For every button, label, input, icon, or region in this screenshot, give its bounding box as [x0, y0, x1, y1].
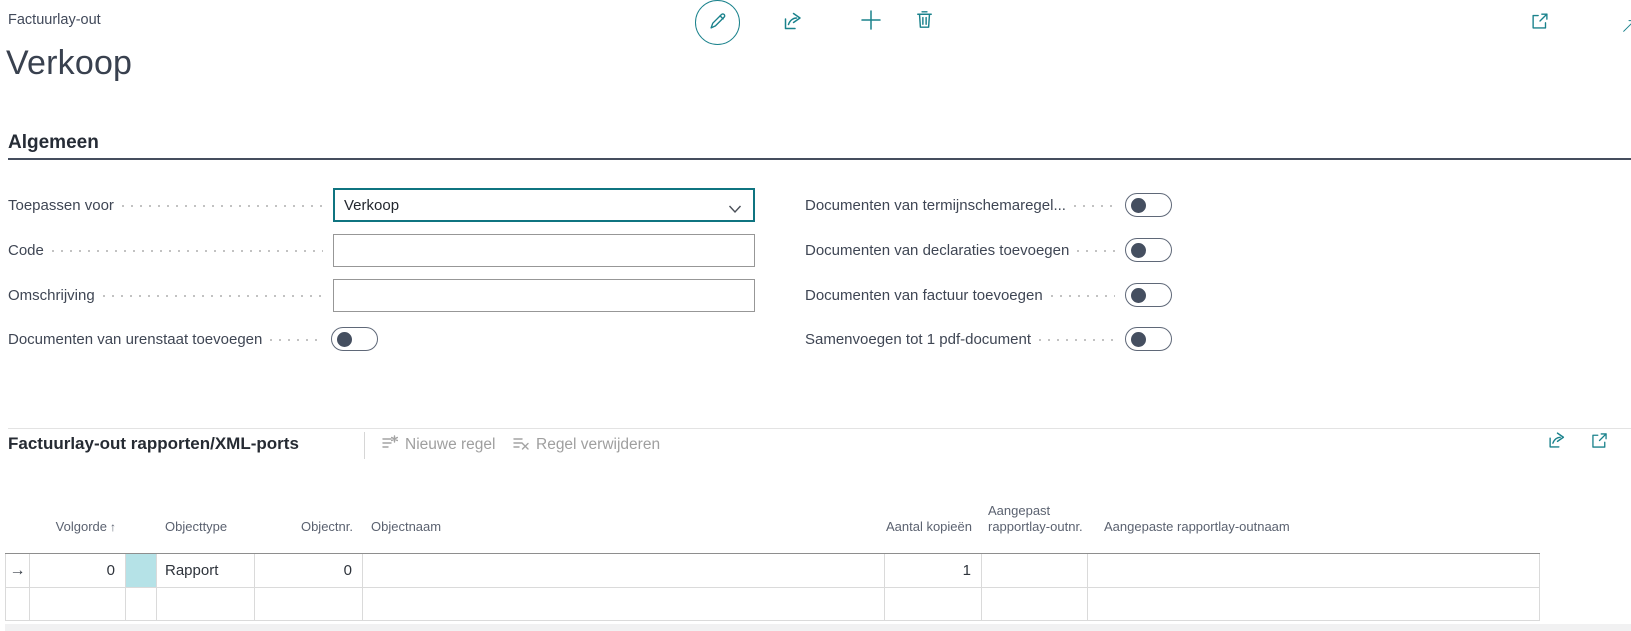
table-row: [5, 588, 1540, 621]
cell-aangepast-nr[interactable]: [982, 588, 1088, 620]
edit-button[interactable]: [695, 0, 740, 45]
dotted-leader: [1051, 295, 1115, 297]
delete-line-icon: [512, 434, 529, 456]
cell-aangepast-naam[interactable]: [1088, 554, 1540, 587]
cell-objectnr[interactable]: [255, 588, 363, 620]
cell-selection-indicator[interactable]: [126, 588, 157, 620]
col-header-objectnr[interactable]: Objectnr.: [255, 519, 363, 535]
dotted-leader: [52, 250, 323, 252]
share-button[interactable]: [780, 9, 806, 35]
active-row-arrow-icon: →: [5, 554, 30, 587]
field-label: Documenten van termijnschemaregel...: [805, 197, 1066, 214]
field-row-urenstaat: Documenten van urenstaat toevoegen: [8, 322, 378, 356]
col-header-objectnaam[interactable]: Objectnaam: [363, 519, 885, 535]
code-input[interactable]: [333, 234, 755, 267]
lines-section-title: Factuurlay-out rapporten/XML-ports: [8, 434, 299, 454]
termijnschema-toggle[interactable]: [1125, 193, 1172, 217]
col-header-aantal-kopieen[interactable]: Aantal kopieën: [885, 519, 982, 535]
cell-volgorde[interactable]: [30, 588, 126, 620]
urenstaat-toggle[interactable]: [331, 327, 378, 351]
delete-line-button[interactable]: Regel verwijderen: [512, 434, 660, 456]
dotted-leader: [122, 205, 323, 207]
delete-line-label: Regel verwijderen: [536, 436, 660, 454]
subsection-top-divider: [8, 428, 1631, 429]
dotted-leader: [103, 295, 323, 297]
col-header-volgorde[interactable]: Volgorde↑: [30, 519, 126, 535]
dotted-leader: [1074, 205, 1115, 207]
dotted-leader: [1039, 339, 1115, 341]
new-line-icon: [381, 434, 398, 456]
trash-icon: [913, 8, 936, 34]
field-label: Toepassen voor: [8, 197, 114, 214]
new-line-label: Nieuwe regel: [405, 436, 495, 454]
grid-share-button[interactable]: [1545, 430, 1568, 453]
field-label: Samenvoegen tot 1 pdf-document: [805, 331, 1031, 348]
cell-row-indicator: [5, 588, 30, 620]
delete-button[interactable]: [912, 8, 937, 33]
cell-objecttype[interactable]: [157, 588, 255, 620]
page-caption: Factuurlay-out: [8, 12, 101, 28]
sort-ascending-icon: ↑: [110, 520, 116, 534]
col-header-aangepast-nr[interactable]: Aangepast rapportlay-outnr.: [982, 503, 1088, 535]
cell-aangepast-nr[interactable]: [982, 554, 1088, 587]
col-header-aangepast-naam[interactable]: Aangepaste rapportlay-outnaam: [1088, 519, 1540, 535]
section-divider: [8, 158, 1631, 160]
table-header-row: Volgorde↑ Objecttype Objectnr. Objectnaa…: [5, 490, 1540, 542]
cell-objecttype[interactable]: Rapport: [157, 554, 255, 587]
field-row-factuur: Documenten van factuur toevoegen: [805, 278, 1172, 312]
table-body: → 0 Rapport 0 1: [5, 553, 1540, 621]
toepassen-voor-combobox[interactable]: Verkoop: [333, 188, 755, 222]
field-row-samenvoegen: Samenvoegen tot 1 pdf-document: [805, 322, 1172, 356]
field-label: Documenten van factuur toevoegen: [805, 287, 1043, 304]
cell-volgorde[interactable]: 0: [30, 554, 126, 587]
new-line-button[interactable]: Nieuwe regel: [381, 434, 495, 456]
share-icon: [781, 9, 805, 36]
cell-aantal-kopieen[interactable]: 1: [885, 554, 982, 587]
cell-selection-indicator[interactable]: [126, 554, 157, 587]
section-header-algemeen[interactable]: Algemeen: [8, 132, 99, 154]
clipped-edge-icon[interactable]: [1621, 14, 1631, 38]
dotted-leader: [270, 339, 321, 341]
page-title: Verkoop: [6, 44, 132, 83]
field-row-omschrijving: Omschrijving: [8, 278, 755, 312]
dotted-leader: [1077, 250, 1115, 252]
field-row-toepassen-voor: Toepassen voor Verkoop: [8, 188, 755, 222]
field-label: Omschrijving: [8, 287, 95, 304]
share-icon: [1546, 429, 1568, 454]
omschrijving-input[interactable]: [333, 279, 755, 312]
field-label: Code: [8, 242, 44, 259]
field-label: Documenten van declaraties toevoegen: [805, 242, 1069, 259]
open-in-new-window-button[interactable]: [1528, 11, 1551, 34]
field-row-declaraties: Documenten van declaraties toevoegen: [805, 233, 1172, 267]
popout-icon: [1589, 430, 1610, 454]
table-row: → 0 Rapport 0 1: [5, 554, 1540, 588]
combobox-value: Verkoop: [344, 197, 399, 214]
vertical-divider: [364, 432, 365, 459]
declaraties-toggle[interactable]: [1125, 238, 1172, 262]
field-row-code: Code: [8, 233, 755, 267]
field-label: Documenten van urenstaat toevoegen: [8, 331, 262, 348]
field-row-termijnschema: Documenten van termijnschemaregel...: [805, 188, 1172, 222]
col-header-objecttype[interactable]: Objecttype: [157, 519, 255, 535]
grid-popout-button[interactable]: [1588, 430, 1611, 453]
pencil-icon: [707, 10, 729, 35]
chevron-down-icon: [728, 201, 742, 218]
popout-icon: [1529, 10, 1551, 35]
cell-aantal-kopieen[interactable]: [885, 588, 982, 620]
plus-icon: [858, 7, 884, 36]
cell-objectnaam[interactable]: [363, 588, 885, 620]
cell-objectnr[interactable]: 0: [255, 554, 363, 587]
cell-objectnaam[interactable]: [363, 554, 885, 587]
samenvoegen-toggle[interactable]: [1125, 327, 1172, 351]
add-button[interactable]: [857, 8, 884, 35]
factuur-toggle[interactable]: [1125, 283, 1172, 307]
cell-aangepast-naam[interactable]: [1088, 588, 1540, 620]
